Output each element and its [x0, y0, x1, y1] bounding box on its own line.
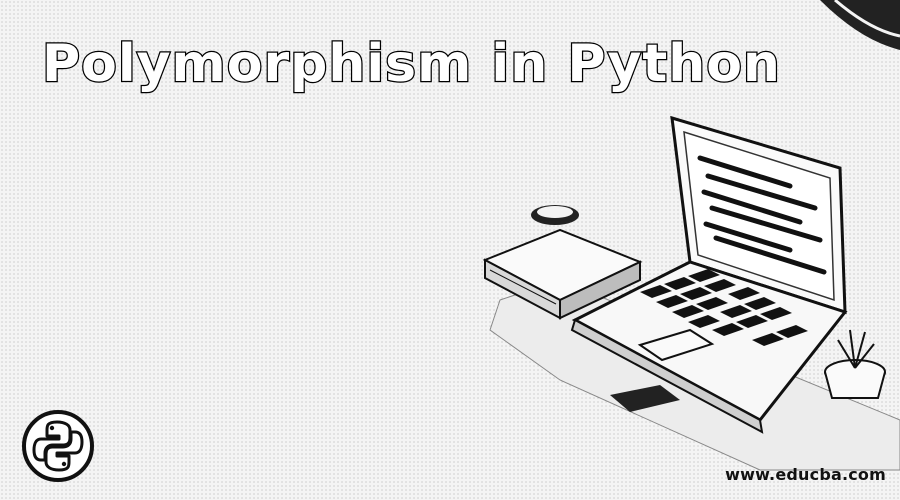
banner: Polymorphism in Python www.educba.com: [0, 0, 900, 500]
python-logo-icon: [22, 410, 94, 482]
laptop-with-book-and-plant-icon: [482, 0, 900, 471]
website-url: www.educba.com: [725, 465, 886, 484]
